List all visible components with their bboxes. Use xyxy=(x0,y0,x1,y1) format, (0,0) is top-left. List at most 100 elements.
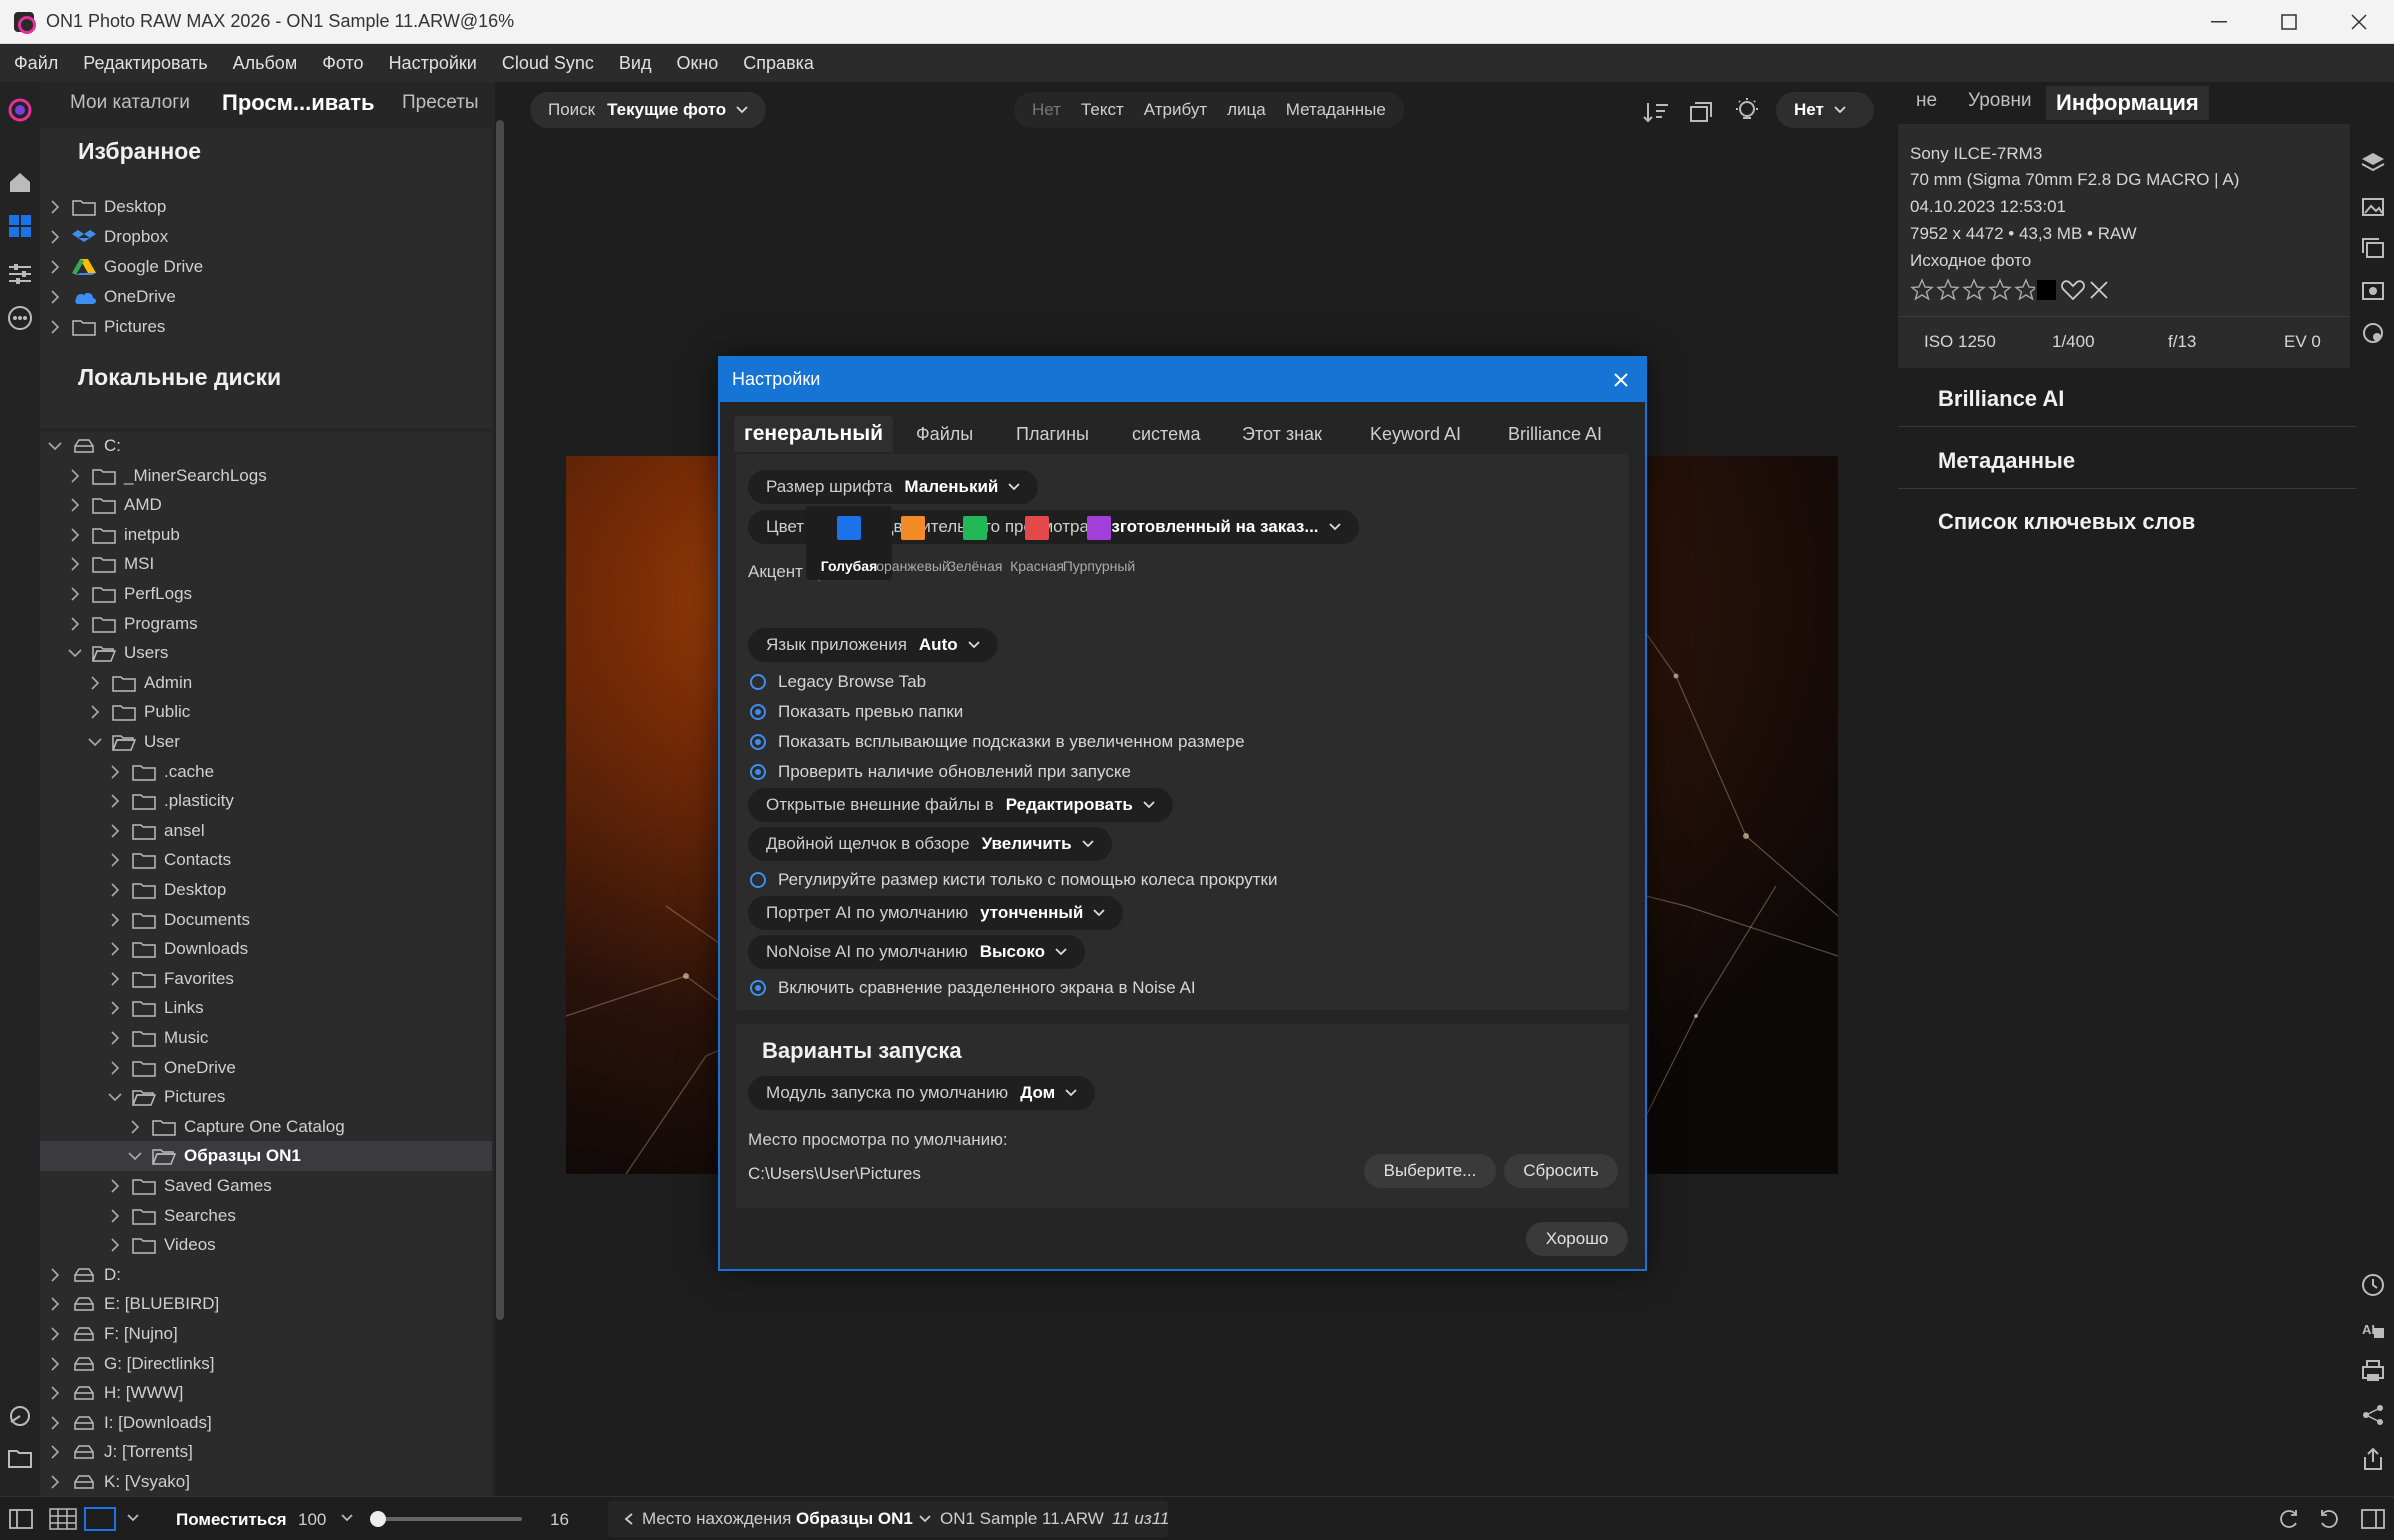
tab-ne[interactable]: не xyxy=(1916,90,1937,112)
favorite-item[interactable]: Pictures xyxy=(46,312,165,342)
menu-view[interactable]: Вид xyxy=(619,53,652,74)
chevron-right-icon[interactable] xyxy=(46,258,64,276)
folder-item[interactable]: Admin xyxy=(86,668,192,698)
menu-settings[interactable]: Настройки xyxy=(389,53,477,74)
fit-button[interactable]: Поместиться xyxy=(176,1510,287,1530)
section-keyword-list[interactable]: Список ключевых слов xyxy=(1938,509,2195,535)
chevron-right-icon[interactable] xyxy=(106,822,124,840)
close-window-button[interactable] xyxy=(2324,0,2394,44)
chevron-right-icon[interactable] xyxy=(106,1236,124,1254)
legacy-browse-toggle[interactable] xyxy=(750,674,766,690)
folder-item[interactable]: Capture One Catalog xyxy=(126,1112,345,1142)
chevron-down-icon[interactable] xyxy=(46,437,64,455)
chevron-down-icon[interactable] xyxy=(126,1147,144,1165)
left-panel-scrollbar[interactable] xyxy=(496,120,504,1320)
folder-item[interactable]: .plasticity xyxy=(106,786,234,816)
launch-module-dropdown[interactable]: Модуль запуска по умолчанию Дом xyxy=(748,1076,1096,1110)
drive-item[interactable]: H: [WWW] xyxy=(46,1378,183,1408)
split-compare-option[interactable]: Включить сравнение разделенного экрана в… xyxy=(750,978,1196,998)
open-external-dropdown[interactable]: Открытые внешние файлы в Редактировать xyxy=(748,788,1173,822)
check-updates-option[interactable]: Проверить наличие обновлений при запуске xyxy=(750,762,1131,782)
chevron-right-icon[interactable] xyxy=(66,555,84,573)
tab-my-catalogs[interactable]: Мои каталоги xyxy=(70,92,190,114)
tab-files[interactable]: Файлы xyxy=(916,424,973,445)
search-scope-dropdown[interactable]: Поиск Текущие фото xyxy=(530,92,767,128)
ok-button[interactable]: Хорошо xyxy=(1526,1222,1628,1256)
grid-view-icon[interactable] xyxy=(48,1507,78,1531)
chevron-left-icon[interactable] xyxy=(624,1513,634,1525)
chevron-right-icon[interactable] xyxy=(66,467,84,485)
sync-faces-icon[interactable] xyxy=(6,1402,34,1430)
chevron-down-icon[interactable] xyxy=(106,1088,124,1106)
folder-item[interactable]: Favorites xyxy=(106,964,234,994)
menu-window[interactable]: Окно xyxy=(676,53,718,74)
tab-brilliance-ai[interactable]: Brilliance AI xyxy=(1508,424,1602,445)
chevron-right-icon[interactable] xyxy=(126,1118,144,1136)
minimize-button[interactable] xyxy=(2184,0,2254,44)
location-folder[interactable]: Образцы ON1 xyxy=(796,1509,913,1529)
favorite-item[interactable]: Desktop xyxy=(46,192,166,222)
chevron-right-icon[interactable] xyxy=(46,1355,64,1373)
filter-none[interactable]: Нет xyxy=(1032,100,1061,120)
tab-levels[interactable]: Уровни xyxy=(1968,90,2032,112)
on1-logo-icon[interactable] xyxy=(6,96,34,124)
drive-item[interactable]: G: [Directlinks] xyxy=(46,1349,215,1379)
folder-favorite-icon[interactable] xyxy=(6,1444,34,1472)
chevron-right-icon[interactable] xyxy=(106,940,124,958)
drive-item[interactable]: E: [BLUEBIRD] xyxy=(46,1289,219,1319)
chevron-right-icon[interactable] xyxy=(46,198,64,216)
tab-general[interactable]: генеральный xyxy=(734,416,894,452)
chevron-right-icon[interactable] xyxy=(106,763,124,781)
layers-icon[interactable] xyxy=(2360,150,2386,176)
edit-sliders-icon[interactable] xyxy=(6,260,34,288)
font-size-dropdown[interactable]: Размер шрифта Маленький xyxy=(748,470,1039,504)
refresh-icon[interactable] xyxy=(2276,1507,2300,1531)
tab-keyword-ai[interactable]: Keyword AI xyxy=(1370,424,1461,445)
share-nodes-icon[interactable] xyxy=(2360,1402,2386,1428)
folder-item[interactable]: PerfLogs xyxy=(66,579,192,609)
ai-text-icon[interactable]: AI xyxy=(2360,1316,2386,1342)
detail-view-icon[interactable] xyxy=(84,1507,116,1531)
chevron-right-icon[interactable] xyxy=(106,1029,124,1047)
folder-item[interactable]: .cache xyxy=(106,757,214,787)
chevron-right-icon[interactable] xyxy=(106,881,124,899)
accent-swatch[interactable] xyxy=(963,516,987,540)
more-modules-icon[interactable] xyxy=(6,304,34,332)
menu-file[interactable]: Файл xyxy=(14,53,58,74)
dialog-close-button[interactable] xyxy=(1607,366,1635,394)
heart-icon[interactable] xyxy=(2060,278,2085,302)
image-icon[interactable] xyxy=(2360,194,2386,220)
filter-metadata[interactable]: Метаданные xyxy=(1286,100,1386,120)
tab-info[interactable]: Информация xyxy=(2046,86,2209,120)
chevron-down-icon[interactable] xyxy=(66,644,84,662)
chevron-right-icon[interactable] xyxy=(106,970,124,988)
nonoise-ai-dropdown[interactable]: NoNoise AI по умолчанию Высоко xyxy=(748,935,1086,969)
chevron-right-icon[interactable] xyxy=(66,526,84,544)
brush-scroll-toggle[interactable] xyxy=(750,872,766,888)
chevron-right-icon[interactable] xyxy=(106,1059,124,1077)
legacy-browse-option[interactable]: Legacy Browse Tab xyxy=(750,672,926,692)
sort-icon[interactable] xyxy=(1642,98,1670,126)
folder-item[interactable]: Links xyxy=(106,993,204,1023)
chevron-right-icon[interactable] xyxy=(46,228,64,246)
large-tooltips-toggle[interactable] xyxy=(750,734,766,750)
favorite-item[interactable]: Dropbox xyxy=(46,222,168,252)
folder-item[interactable]: User xyxy=(86,727,180,757)
filter-faces[interactable]: лица xyxy=(1227,100,1266,120)
thumbnail-size-slider[interactable] xyxy=(370,1511,522,1527)
folder-item[interactable]: MSI xyxy=(66,549,154,579)
tab-watermark[interactable]: Этот знак xyxy=(1242,424,1322,445)
section-metadata[interactable]: Метаданные xyxy=(1938,448,2075,474)
folder-item[interactable]: ansel xyxy=(106,816,205,846)
filter-text[interactable]: Текст xyxy=(1081,100,1124,120)
folder-item[interactable]: OneDrive xyxy=(106,1053,236,1083)
drive-item[interactable]: C: xyxy=(46,431,121,461)
reject-icon[interactable] xyxy=(2087,278,2110,302)
color-label-swatch[interactable] xyxy=(2036,280,2056,300)
accent-swatch[interactable] xyxy=(837,516,861,540)
chevron-right-icon[interactable] xyxy=(86,674,104,692)
accent-swatch[interactable] xyxy=(1025,516,1049,540)
chevron-right-icon[interactable] xyxy=(106,911,124,929)
folder-item[interactable]: Documents xyxy=(106,905,250,935)
panel-toggle-icon[interactable] xyxy=(2360,1507,2386,1531)
